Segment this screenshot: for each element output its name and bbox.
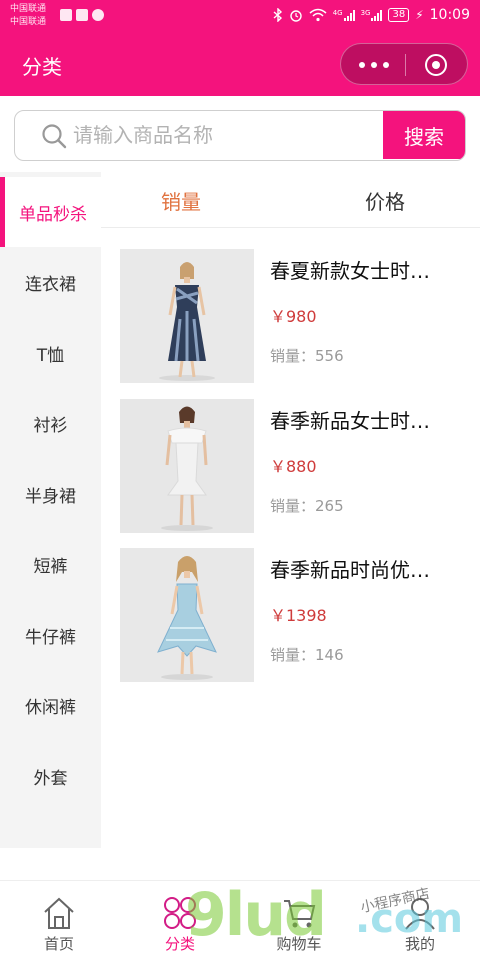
close-target-icon[interactable] xyxy=(425,54,447,76)
notification-icons xyxy=(60,9,104,21)
product-price: ￥1398 xyxy=(270,606,327,625)
tab-category[interactable]: 分类 xyxy=(125,895,235,957)
battery-icon: 38 xyxy=(388,8,410,22)
signal-2-icon: 3G xyxy=(361,9,383,21)
user-icon xyxy=(405,898,435,930)
search-input[interactable] xyxy=(73,111,383,159)
tab-cart-label: 购物车 xyxy=(276,935,322,953)
wifi-icon xyxy=(309,8,327,22)
product-sales: 销量：556 xyxy=(270,347,344,365)
capsule-divider xyxy=(405,54,406,76)
product-name[interactable]: 春季新品女士时… xyxy=(270,405,460,434)
search-bar: 搜索 xyxy=(14,110,466,161)
product-item[interactable]: 春季新品女士时… ￥880 销量：265 xyxy=(120,399,465,535)
nav-bar: 分类 xyxy=(0,34,480,96)
product-name[interactable]: 春季新品时尚优… xyxy=(270,554,460,583)
product-image[interactable] xyxy=(120,399,254,533)
product-price: ￥880 xyxy=(270,457,317,476)
product-item[interactable]: 春季新品时尚优… ￥1398 销量：146 xyxy=(120,548,465,684)
charging-icon: ⚡ xyxy=(415,8,424,22)
home-icon xyxy=(44,897,74,929)
bottom-tab-bar: 首页 分类 购物车 我的 xyxy=(0,880,480,960)
product-name[interactable]: 春夏新款女士时… xyxy=(270,255,460,284)
bluetooth-icon xyxy=(273,8,282,22)
product-sales: 销量：146 xyxy=(270,646,344,664)
category-item-coat[interactable]: 外套 xyxy=(0,741,101,811)
app-notification-icon xyxy=(60,9,72,21)
carrier-label-2: 中国联通 xyxy=(10,17,47,27)
category-sidebar: 单品秒杀 连衣裙 T恤 衬衫 半身裙 短裤 牛仔裤 休闲裤 外套 xyxy=(0,172,101,848)
wechat-notification-icon xyxy=(92,9,104,21)
tab-cart[interactable]: 购物车 xyxy=(244,895,354,957)
sort-tabs: 销量 价格 xyxy=(101,172,480,228)
page-title: 分类 xyxy=(22,55,62,79)
category-item-jeans[interactable]: 牛仔裤 xyxy=(0,600,101,670)
category-item-casual-pants[interactable]: 休闲裤 xyxy=(0,670,101,740)
category-item-shirt[interactable]: 衬衫 xyxy=(0,388,101,458)
alarm-icon xyxy=(289,10,302,22)
cart-icon xyxy=(284,900,316,928)
sort-tab-price[interactable]: 价格 xyxy=(315,172,455,228)
tab-mine-label: 我的 xyxy=(404,935,435,953)
category-item-tshirt[interactable]: T恤 xyxy=(0,318,101,388)
tab-mine[interactable]: 我的 xyxy=(365,895,475,957)
category-item-shorts[interactable]: 短裤 xyxy=(0,529,101,599)
product-sales: 销量：265 xyxy=(270,497,344,515)
category-item-flash-sale[interactable]: 单品秒杀 xyxy=(0,177,101,247)
category-item-skirt[interactable]: 半身裙 xyxy=(0,459,101,529)
category-icon xyxy=(164,897,196,929)
category-item-dress[interactable]: 连衣裙 xyxy=(0,247,101,317)
photo-notification-icon xyxy=(76,9,88,21)
tab-home-label: 首页 xyxy=(43,935,74,953)
product-price: ￥980 xyxy=(270,307,317,326)
search-button[interactable]: 搜索 xyxy=(383,111,465,159)
tab-category-label: 分类 xyxy=(164,935,195,953)
mini-program-capsule xyxy=(340,43,468,85)
product-image[interactable] xyxy=(120,249,254,383)
sort-tab-sales[interactable]: 销量 xyxy=(111,172,251,228)
signal-1-icon: 4G xyxy=(333,9,355,21)
product-item[interactable]: 春夏新款女士时… ￥980 销量：556 xyxy=(120,249,465,385)
more-dots-icon[interactable] xyxy=(359,62,389,68)
clock-time: 10:09 xyxy=(429,7,470,23)
tab-home[interactable]: 首页 xyxy=(4,895,114,957)
product-image[interactable] xyxy=(120,548,254,682)
status-indicators: 4G 3G 38 ⚡ 10:09 xyxy=(273,7,470,23)
carrier-label-1: 中国联通 xyxy=(10,4,47,14)
status-bar: 中国联通 中国联通 4G 3G 38 ⚡ 10:09 xyxy=(0,0,480,34)
search-icon xyxy=(42,124,67,149)
